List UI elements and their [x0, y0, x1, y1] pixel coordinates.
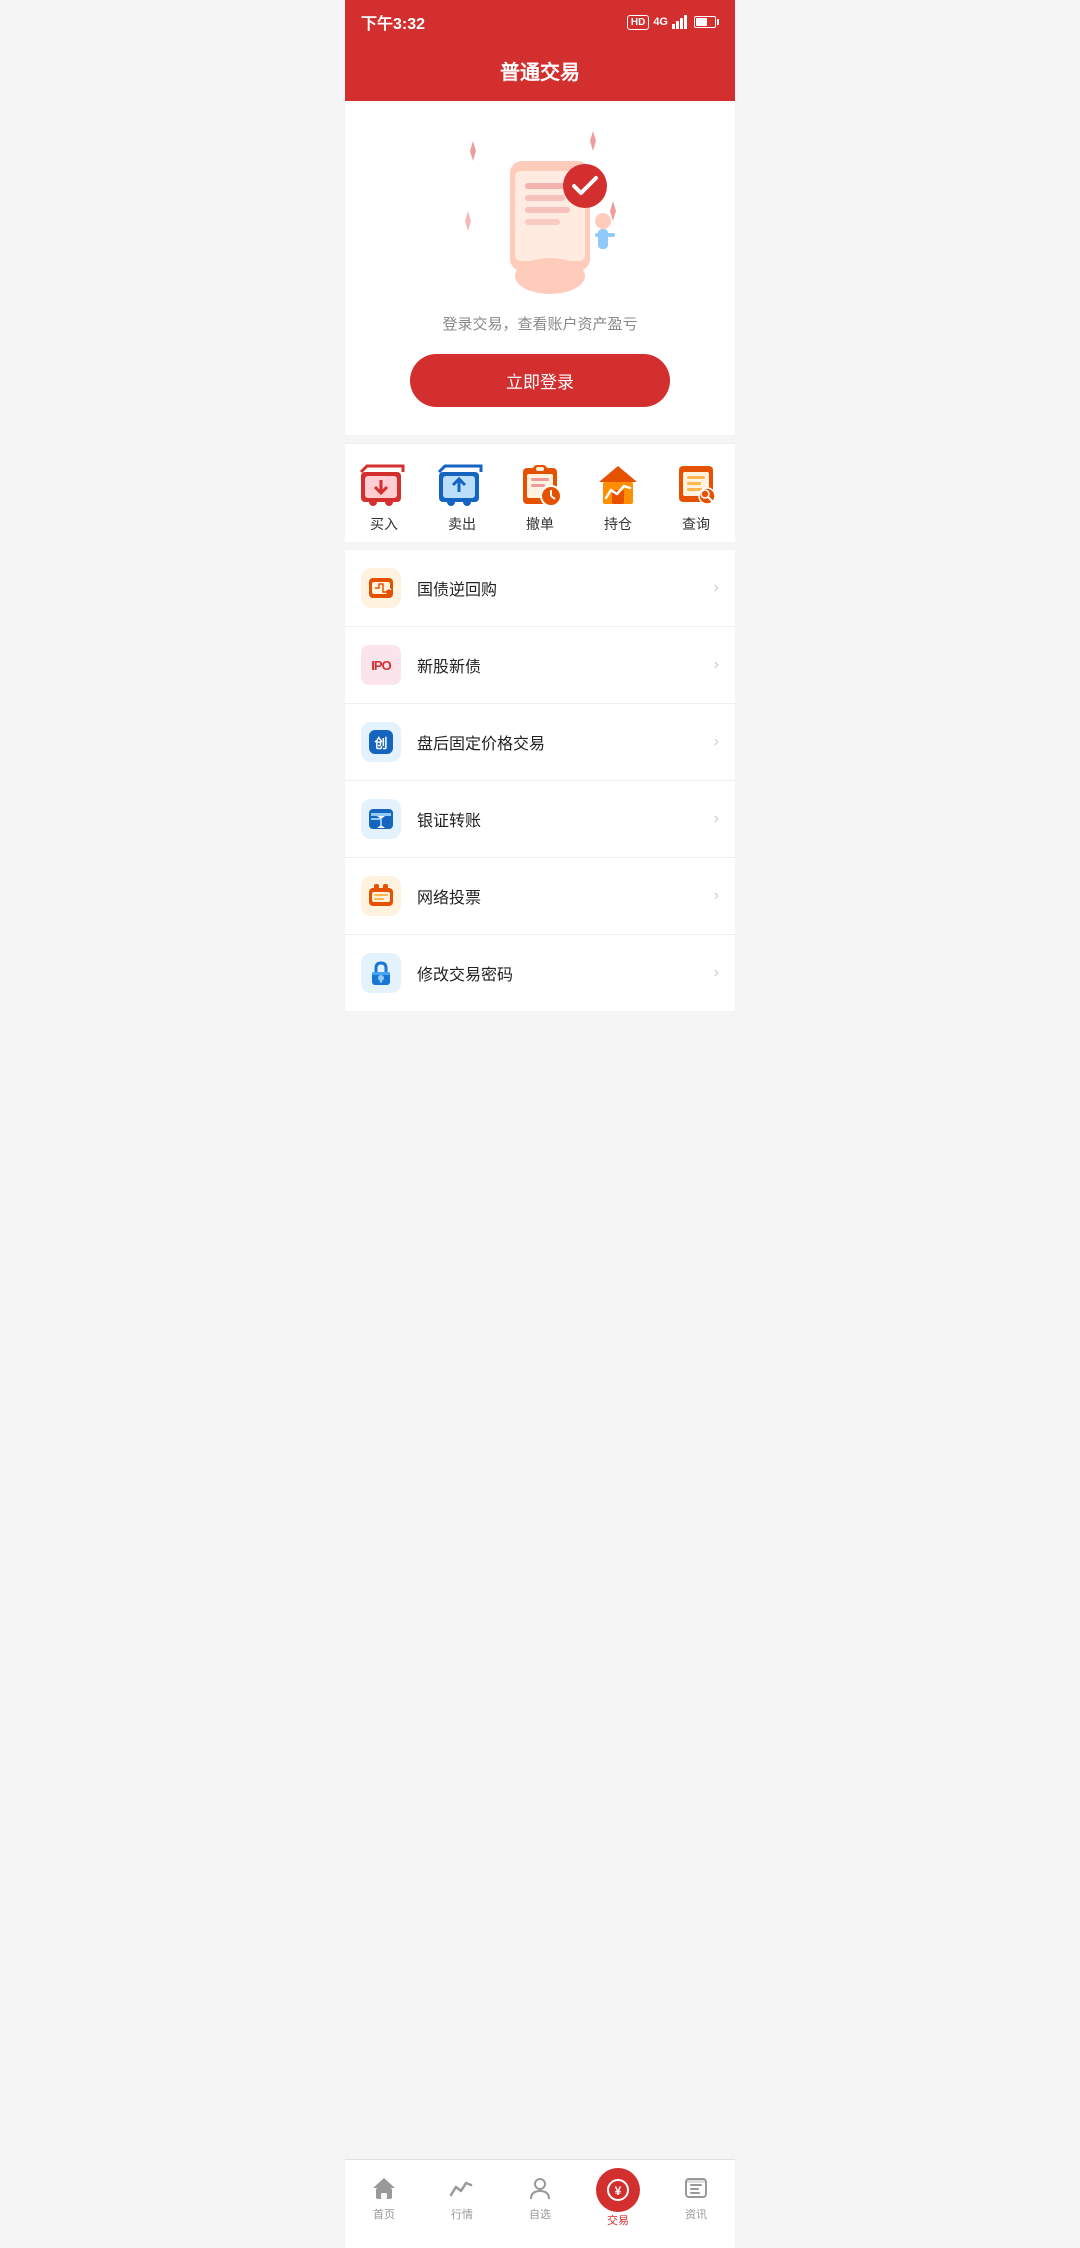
- status-time: 下午3:32: [361, 10, 425, 34]
- menu-item-change-password[interactable]: 修改交易密码 ›: [345, 935, 735, 1011]
- signal-4g-icon: 4G: [653, 16, 668, 28]
- cancel-icon: [514, 460, 566, 508]
- action-buy[interactable]: 买入: [345, 460, 423, 534]
- battery-icon: [694, 16, 719, 28]
- trade-nav-circle: ¥: [596, 2168, 640, 2212]
- content-spacer: [345, 1011, 735, 1171]
- menu-item-online-vote[interactable]: 网络投票 ›: [345, 858, 735, 935]
- svg-text:创: 创: [373, 736, 387, 751]
- action-position[interactable]: 持仓: [579, 460, 657, 534]
- status-bar: 下午3:32 HD 4G: [345, 0, 735, 44]
- action-query[interactable]: 查询: [657, 460, 735, 534]
- new-stock-icon: IPO: [361, 645, 401, 685]
- status-icons: HD 4G: [627, 15, 719, 30]
- after-hours-label: 盘后固定价格交易: [417, 730, 714, 754]
- nav-market[interactable]: 行情: [423, 2174, 501, 2222]
- position-label: 持仓: [604, 514, 632, 534]
- nav-news[interactable]: 资讯: [657, 2174, 735, 2222]
- position-icon: [592, 460, 644, 508]
- bank-transfer-arrow: ›: [714, 810, 719, 828]
- hero-illustration: [440, 121, 640, 301]
- buy-icon: [358, 460, 410, 508]
- after-hours-icon: 创: [361, 722, 401, 762]
- sell-label: 卖出: [448, 514, 476, 534]
- bottom-nav: 首页 行情 自选 ¥ 交易: [345, 2159, 735, 2248]
- menu-list: 国债逆回购 › IPO 新股新债 › 创 盘后固定价格交易 ›: [345, 550, 735, 1011]
- menu-item-new-stock[interactable]: IPO 新股新债 ›: [345, 627, 735, 704]
- bond-repo-arrow: ›: [714, 579, 719, 597]
- bank-transfer-icon: [361, 799, 401, 839]
- change-password-arrow: ›: [714, 964, 719, 982]
- nav-trade[interactable]: ¥ 交易: [579, 2168, 657, 2228]
- query-icon: [670, 460, 722, 508]
- page-title: 普通交易: [345, 56, 735, 85]
- new-stock-arrow: ›: [714, 656, 719, 674]
- page-header: 普通交易: [345, 44, 735, 101]
- market-nav-icon: [448, 2174, 476, 2202]
- svg-text:¥: ¥: [615, 2184, 622, 2198]
- news-nav-label: 资讯: [685, 2206, 707, 2222]
- news-nav-icon: [682, 2174, 710, 2202]
- watchlist-nav-icon: [526, 2174, 554, 2202]
- sell-icon: [436, 460, 488, 508]
- cancel-label: 撤单: [526, 514, 554, 534]
- nav-home[interactable]: 首页: [345, 2174, 423, 2222]
- online-vote-label: 网络投票: [417, 884, 714, 908]
- signal-icon: [672, 15, 690, 29]
- bond-repo-label: 国债逆回购: [417, 576, 714, 600]
- home-nav-icon: [370, 2174, 398, 2202]
- query-label: 查询: [682, 514, 710, 534]
- nav-watchlist[interactable]: 自选: [501, 2174, 579, 2222]
- online-vote-icon: [361, 876, 401, 916]
- quick-actions: 买入 卖出: [345, 443, 735, 542]
- online-vote-arrow: ›: [714, 887, 719, 905]
- watchlist-nav-label: 自选: [529, 2206, 551, 2222]
- hero-svg: [440, 121, 640, 301]
- action-sell[interactable]: 卖出: [423, 460, 501, 534]
- buy-label: 买入: [370, 514, 398, 534]
- hero-section: 登录交易，查看账户资产盈亏 立即登录: [345, 101, 735, 435]
- menu-item-bank-transfer[interactable]: 银证转账 ›: [345, 781, 735, 858]
- new-stock-label: 新股新债: [417, 653, 714, 677]
- login-button[interactable]: 立即登录: [410, 354, 670, 407]
- trade-nav-label: 交易: [607, 2212, 629, 2228]
- hero-subtitle: 登录交易，查看账户资产盈亏: [442, 313, 637, 334]
- bond-repo-icon: [361, 568, 401, 608]
- action-cancel[interactable]: 撤单: [501, 460, 579, 534]
- menu-item-after-hours[interactable]: 创 盘后固定价格交易 ›: [345, 704, 735, 781]
- change-password-label: 修改交易密码: [417, 961, 714, 985]
- change-password-icon: [361, 953, 401, 993]
- home-nav-label: 首页: [373, 2206, 395, 2222]
- menu-item-bond-repo[interactable]: 国债逆回购 ›: [345, 550, 735, 627]
- bank-transfer-label: 银证转账: [417, 807, 714, 831]
- market-nav-label: 行情: [451, 2206, 473, 2222]
- hd-badge: HD: [627, 15, 649, 30]
- after-hours-arrow: ›: [714, 733, 719, 751]
